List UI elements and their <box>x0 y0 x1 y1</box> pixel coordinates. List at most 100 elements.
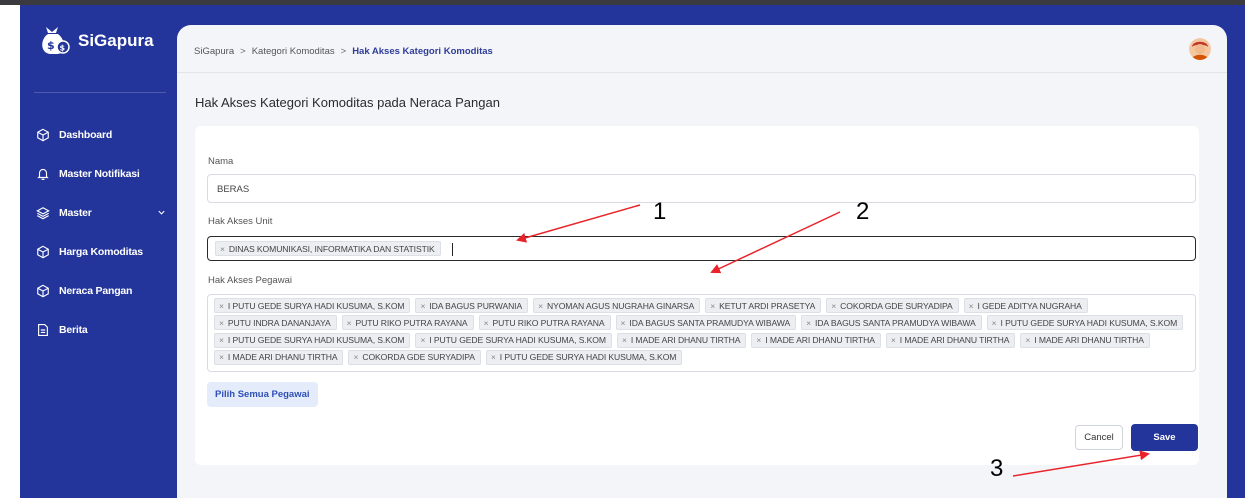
sidebar-item-neraca-pangan[interactable]: Neraca Pangan <box>36 271 166 310</box>
selected-tag: × I PUTU GEDE SURYA HADI KUSUMA, S.KOM <box>214 332 411 348</box>
svg-text:$: $ <box>60 44 66 53</box>
page-title: Hak Akses Kategori Komoditas pada Neraca… <box>195 95 500 110</box>
remove-tag-icon[interactable]: × <box>891 335 896 345</box>
sidebar-item-label: Master Notifikasi <box>59 167 140 180</box>
selected-tag: × I MADE ARI DHANU TIRTHA <box>1020 332 1150 348</box>
annotation-label-2: 2 <box>856 198 870 225</box>
sidebar-item-dashboard[interactable]: Dashboard <box>36 115 166 154</box>
sidebar-item-master-notifikasi[interactable]: Master Notifikasi <box>36 154 166 193</box>
sidebar-divider <box>34 92 166 93</box>
money-bag-logo-icon: $ $ <box>42 27 70 54</box>
annotation-label-3: 3 <box>990 455 1004 482</box>
selected-tag: × DINAS KOMUNIKASI, INFORMATIKA DAN STATI… <box>215 241 441 256</box>
remove-tag-icon[interactable]: × <box>219 318 224 328</box>
tag-label: I PUTU GEDE SURYA HADI KUSUMA, S.KOM <box>1000 317 1178 328</box>
sidebar-item-master[interactable]: Master <box>36 193 166 232</box>
cancel-button[interactable]: Cancel <box>1075 425 1123 450</box>
sidebar-item-berita[interactable]: Berita <box>36 310 166 349</box>
remove-tag-icon[interactable]: × <box>622 335 627 345</box>
selected-tag: × COKORDA GDE SURYADIPA <box>348 349 481 365</box>
hak-akses-unit-select[interactable]: × DINAS KOMUNIKASI, INFORMATIKA DAN STATI… <box>207 236 1196 261</box>
selected-tag: × I PUTU GEDE SURYA HADI KUSUMA, S.KOM <box>415 332 612 348</box>
tag-label: IDA BAGUS SANTA PRAMUDYA WIBAWA <box>814 317 976 328</box>
tag-label: I MADE ARI DHANU TIRTHA <box>899 335 1010 346</box>
tag-label: PUTU RIKO PUTRA RAYANA <box>355 317 468 328</box>
tag-label: I PUTU GEDE SURYA HADI KUSUMA, S.KOM <box>227 300 405 311</box>
brand[interactable]: $ $ SiGapura <box>36 23 154 59</box>
tag-label: I MADE ARI DHANU TIRTHA <box>630 335 741 346</box>
avatar-image <box>1189 38 1211 60</box>
remove-tag-icon[interactable]: × <box>353 352 358 362</box>
pilih-semua-pegawai-button[interactable]: Pilih Semua Pegawai <box>207 382 318 407</box>
text-cursor <box>451 243 453 256</box>
nama-input[interactable]: BERAS <box>207 174 1196 203</box>
app-name: SiGapura <box>78 31 154 50</box>
sidebar-item-label: Berita <box>59 323 88 336</box>
remove-tag-icon[interactable]: × <box>420 301 425 311</box>
remove-tag-icon[interactable]: × <box>831 301 836 311</box>
selected-tag: × I PUTU GEDE SURYA HADI KUSUMA, S.KOM <box>485 349 683 365</box>
hak-akses-pegawai-select[interactable]: × I PUTU GEDE SURYA HADI KUSUMA, S.KOM × ID… <box>207 294 1196 372</box>
tag-label: COKORDA GDE SURYADIPA <box>362 352 475 363</box>
remove-tag-icon[interactable]: × <box>219 301 224 311</box>
remove-tag-icon[interactable]: × <box>484 318 489 328</box>
save-button[interactable]: Save <box>1131 424 1198 451</box>
breadcrumb-current: Hak Akses Kategori Komoditas <box>352 46 493 57</box>
sidebar-item-label: Neraca Pangan <box>59 284 133 297</box>
selected-tag: × I MADE ARI DHANU TIRTHA <box>751 332 881 348</box>
remove-tag-icon[interactable]: × <box>347 318 352 328</box>
tag-label: IDA BAGUS PURWANIA <box>429 300 523 311</box>
cube-icon <box>37 128 49 141</box>
hak-akses-pegawai-label: Hak Akses Pegawai <box>208 275 292 286</box>
annotation-label-1: 1 <box>653 198 667 225</box>
selected-tag: × IDA BAGUS PURWANIA <box>415 298 529 313</box>
remove-tag-icon[interactable]: × <box>219 335 224 345</box>
cube-icon <box>37 284 49 297</box>
tag-label: I MADE ARI DHANU TIRTHA <box>227 352 338 363</box>
selected-tag: × I PUTU GEDE SURYA HADI KUSUMA, S.KOM <box>986 315 1184 331</box>
remove-tag-icon[interactable]: × <box>992 318 997 328</box>
tag-label: I PUTU GEDE SURYA HADI KUSUMA, S.KOM <box>429 335 606 346</box>
selected-tag: × NYOMAN AGUS NUGRAHA GINARSA <box>533 298 701 313</box>
unit-tag-list: × DINAS KOMUNIKASI, INFORMATIKA DAN STATI… <box>215 240 446 257</box>
tag-label: I PUTU GEDE SURYA HADI KUSUMA, S.KOM <box>499 352 677 363</box>
hak-akses-unit-label: Hak Akses Unit <box>208 216 273 227</box>
selected-tag: × I MADE ARI DHANU TIRTHA <box>214 349 344 365</box>
selected-tag: × I MADE ARI DHANU TIRTHA <box>885 332 1016 348</box>
tag-label: COKORDA GDE SURYADIPA <box>840 300 953 311</box>
breadcrumb-item-kategori-komoditas[interactable]: Kategori Komoditas <box>252 46 335 57</box>
tag-label: I MADE ARI DHANU TIRTHA <box>765 335 875 346</box>
remove-tag-icon[interactable]: × <box>538 301 543 311</box>
selected-tag: × PUTU RIKO PUTRA RAYANA <box>478 315 611 331</box>
breadcrumb: SiGapura > Kategori Komoditas > Hak Akse… <box>194 46 493 57</box>
remove-tag-icon[interactable]: × <box>1025 335 1030 345</box>
sidebar-item-harga-komoditas[interactable]: Harga Komoditas <box>36 232 166 271</box>
remove-tag-icon[interactable]: × <box>969 301 974 311</box>
selected-tag: × I GEDE ADITYA NUGRAHA <box>963 298 1088 313</box>
remove-tag-icon[interactable]: × <box>491 352 496 362</box>
tag-label: I GEDE ADITYA NUGRAHA <box>977 300 1082 311</box>
header-divider <box>177 72 1227 73</box>
remove-tag-icon[interactable]: × <box>220 244 225 254</box>
remove-tag-icon[interactable]: × <box>806 318 811 328</box>
tag-label: PUTU RIKO PUTRA RAYANA <box>492 317 605 328</box>
remove-tag-icon[interactable]: × <box>710 301 715 311</box>
selected-tag: × IDA BAGUS SANTA PRAMUDYA WIBAWA <box>801 315 982 331</box>
bell-icon <box>37 168 49 180</box>
selected-tag: × IDA BAGUS SANTA PRAMUDYA WIBAWA <box>615 315 797 331</box>
selected-tag: × I MADE ARI DHANU TIRTHA <box>616 332 747 348</box>
nama-label: Nama <box>208 156 234 167</box>
main-content: SiGapura > Kategori Komoditas > Hak Akse… <box>177 25 1227 498</box>
remove-tag-icon[interactable]: × <box>621 318 626 328</box>
selected-tag: × PUTU INDRA DANANJAYA <box>214 315 337 331</box>
breadcrumb-item-sigapura[interactable]: SiGapura <box>194 46 234 57</box>
tag-label: NYOMAN AGUS NUGRAHA GINARSA <box>546 300 695 311</box>
user-avatar[interactable] <box>1189 38 1211 60</box>
remove-tag-icon[interactable]: × <box>219 352 224 362</box>
cube-icon <box>37 245 49 258</box>
tag-label: DINAS KOMUNIKASI, INFORMATIKA DAN STATIS… <box>228 243 435 254</box>
sidebar-nav: Dashboard Master Notifikasi Master Harga… <box>36 115 166 349</box>
layers-icon <box>36 206 50 219</box>
remove-tag-icon[interactable]: × <box>420 335 425 345</box>
remove-tag-icon[interactable]: × <box>756 335 761 345</box>
